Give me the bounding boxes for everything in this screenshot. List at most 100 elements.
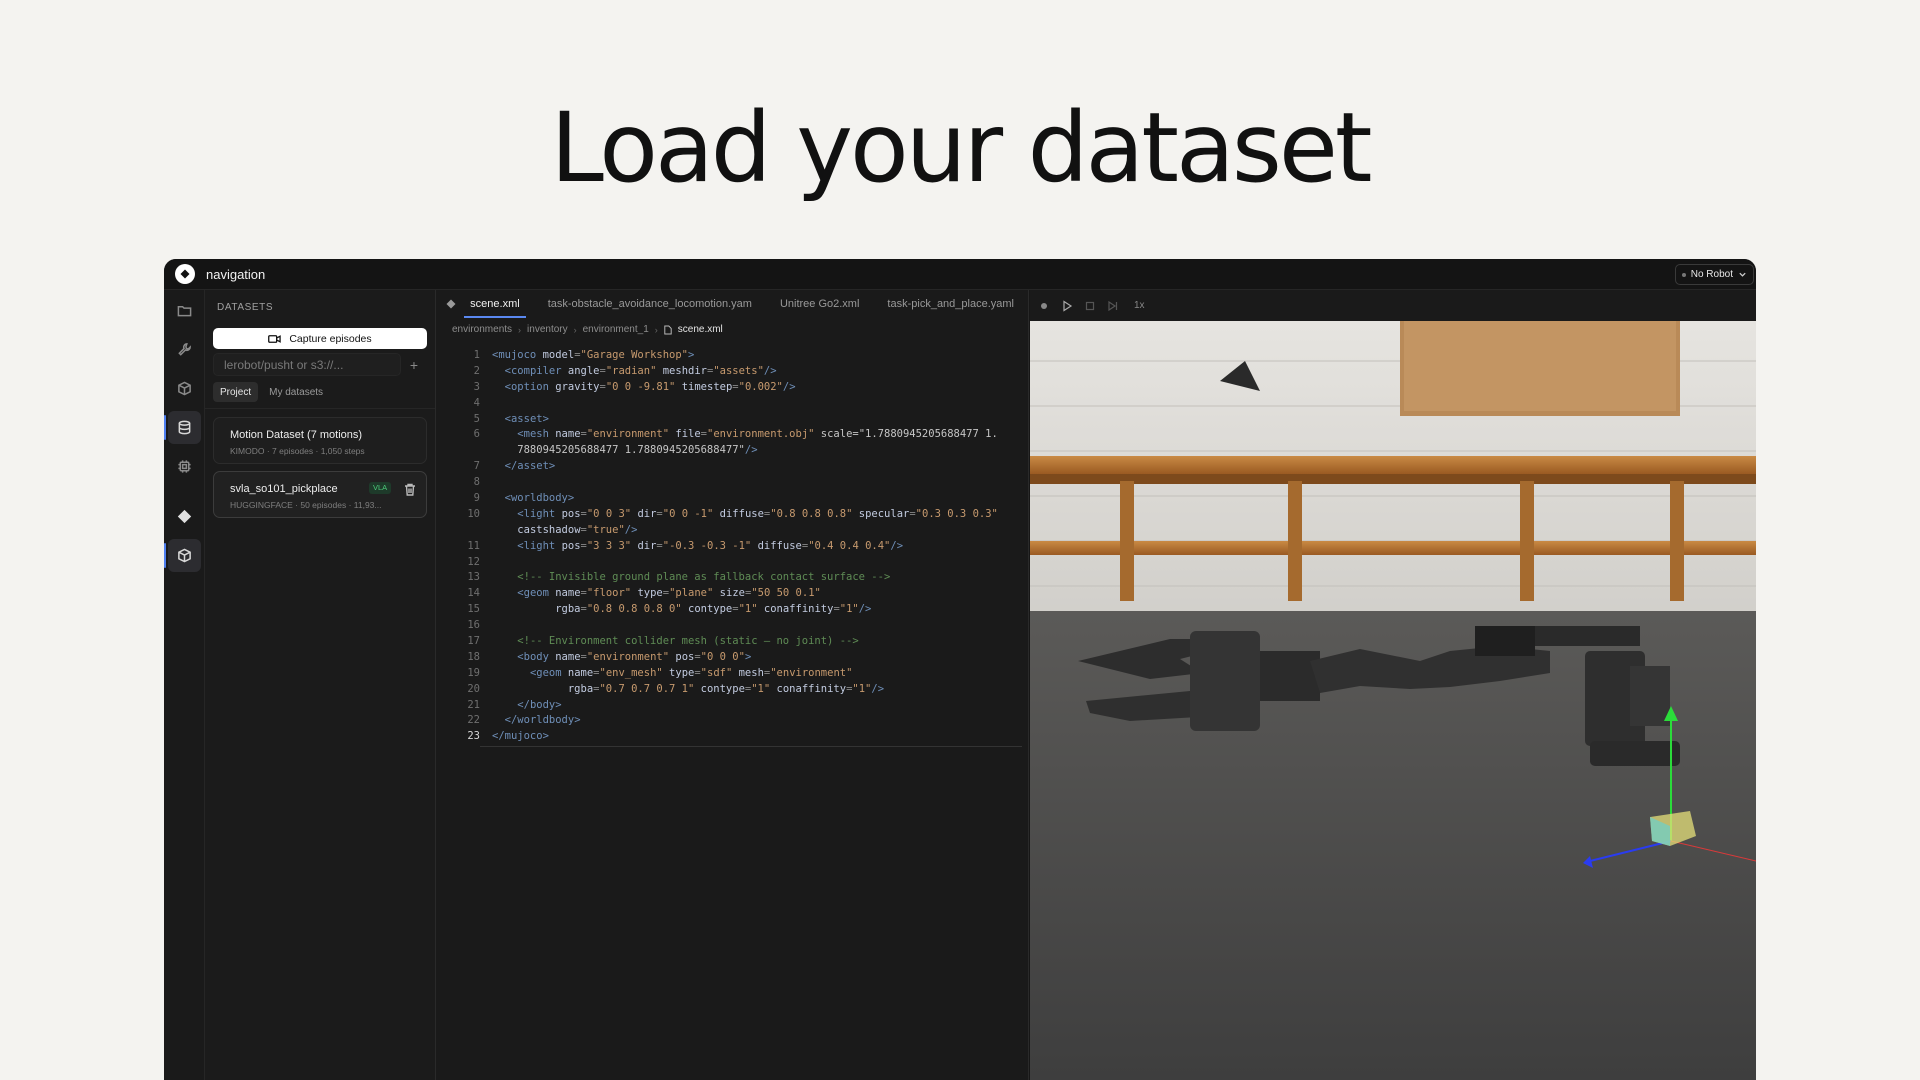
code-text: <geom name="env_mesh" type="sdf" mesh="e…: [529, 666, 853, 679]
dataset-card-selected[interactable]: svla_so101_pickplace VLA HUGGINGFACE · 5…: [213, 471, 427, 518]
code-text: <worldbody>: [504, 492, 575, 505]
line-number: 5: [473, 412, 480, 425]
video-camera-icon: [268, 334, 282, 343]
tab-my-datasets[interactable]: My datasets: [262, 382, 330, 402]
code-text: rgba="0.7 0.7 0.7 1" contype="1" conaffi…: [567, 682, 885, 695]
cube-icon: [178, 381, 191, 396]
divider: [205, 408, 435, 409]
line-number: 2: [473, 364, 480, 377]
editor-tab-unitree-go2[interactable]: Unitree Go2.xml: [766, 290, 873, 318]
chevron-right-icon: ›: [573, 324, 577, 335]
app-window: navigation No Robot DATASETS Capture epi…: [164, 259, 1756, 1080]
line-number: 22: [467, 714, 480, 727]
line-number: 11: [467, 539, 480, 552]
code-text: <compiler angle="radian" meshdir="assets…: [504, 364, 777, 377]
diamond-icon: [445, 290, 456, 318]
dataset-meta: KIMODO · 7 episodes · 1,050 steps: [230, 446, 365, 456]
app-logo-icon[interactable]: [175, 264, 195, 284]
code-line: 22 </worldbody>: [436, 713, 1028, 729]
line-number: 23: [467, 730, 480, 743]
capture-episodes-button[interactable]: Capture episodes: [213, 328, 427, 349]
rail-models-button[interactable]: [168, 372, 201, 405]
record-dot-icon[interactable]: [1038, 300, 1050, 312]
line-number: 18: [467, 650, 480, 663]
code-text: <option gravity="0 0 -9.81" timestep="0.…: [504, 380, 796, 393]
playback-speed[interactable]: 1x: [1134, 300, 1145, 311]
code-text: </worldbody>: [504, 714, 581, 727]
code-line: 7880945205688477 1.7880945205688477"/>: [436, 443, 1028, 459]
icon-rail: [164, 290, 205, 1080]
code-text: </body>: [517, 698, 562, 711]
rail-files-button[interactable]: [168, 294, 201, 327]
breadcrumb-item[interactable]: environment_1: [583, 324, 649, 335]
scene-render: [1030, 321, 1756, 1080]
panel-header: DATASETS: [217, 302, 274, 313]
line-number: 6: [473, 428, 480, 441]
rail-scene-button[interactable]: [164, 539, 201, 572]
code-line: 16: [436, 618, 1028, 634]
chevron-right-icon: ›: [654, 324, 658, 335]
dataset-search-input[interactable]: [213, 353, 401, 376]
line-number: 4: [473, 396, 480, 409]
code-line: 12: [436, 555, 1028, 571]
breadcrumb-current-file: scene.xml: [677, 324, 723, 335]
editor-tab-scene-xml[interactable]: scene.xml: [456, 290, 534, 318]
line-number: 20: [467, 682, 480, 695]
add-dataset-button[interactable]: +: [401, 353, 427, 376]
play-icon[interactable]: [1061, 299, 1073, 312]
breadcrumb-item[interactable]: environments: [452, 324, 512, 335]
stop-icon[interactable]: [1084, 300, 1096, 312]
step-forward-icon[interactable]: [1107, 300, 1119, 312]
code-text: <geom name="floor" type="plane" size="50…: [517, 587, 821, 600]
code-editor: scene.xml task-obstacle_avoidance_locomo…: [436, 290, 1029, 1080]
code-line: 5 <asset>: [436, 412, 1028, 428]
diamond-icon: [177, 509, 192, 524]
rail-tools-button[interactable]: [168, 333, 201, 366]
line-number: 13: [467, 571, 480, 584]
code-text: <body name="environment" pos="0 0 0">: [517, 650, 752, 663]
line-number: 8: [473, 476, 480, 489]
code-text: rgba="0.8 0.8 0.8 0" contype="1" conaffi…: [555, 603, 872, 616]
current-line-indicator: [480, 745, 1022, 747]
code-line: 18 <body name="environment" pos="0 0 0">: [436, 650, 1028, 666]
code-line: 13 <!-- Invisible ground plane as fallba…: [436, 570, 1028, 586]
code-text: <mesh name="environment" file="environme…: [517, 428, 998, 441]
breadcrumb-item[interactable]: inventory: [527, 324, 568, 335]
app-title: navigation: [206, 266, 266, 282]
code-line: 23 </mujoco>: [436, 729, 1028, 745]
breadcrumb: environments › inventory › environment_1…: [452, 324, 723, 335]
line-number: 3: [473, 380, 480, 393]
code-line: 14 <geom name="floor" type="plane" size=…: [436, 586, 1028, 602]
trash-icon: [405, 483, 415, 496]
editor-tab-pick-and-place[interactable]: task-pick_and_place.yaml: [873, 290, 1028, 318]
line-number: 17: [467, 635, 480, 648]
datasets-panel: DATASETS Capture episodes + Project My d…: [205, 290, 436, 1080]
code-text: <light pos="0 0 3" dir="0 0 -1" diffuse=…: [517, 507, 998, 520]
rail-hardware-button[interactable]: [168, 450, 201, 483]
editor-tab-task-obstacle[interactable]: task-obstacle_avoidance_locomotion.yam: [534, 290, 766, 318]
rail-datasets-button[interactable]: [164, 411, 201, 444]
scene-3d-view[interactable]: [1030, 321, 1756, 1080]
robot-select[interactable]: No Robot: [1674, 264, 1754, 285]
viewport-toolbar: 1x: [1030, 290, 1756, 321]
code-line: 9 <worldbody>: [436, 491, 1028, 507]
dataset-name: svla_so101_pickplace: [230, 483, 338, 495]
code-line: 3 <option gravity="0 0 -9.81" timestep="…: [436, 380, 1028, 396]
tab-project[interactable]: Project: [213, 382, 259, 402]
code-area[interactable]: 1 <mujoco model="Garage Workshop"> 2 <comp…: [436, 348, 1028, 747]
code-line: 1 <mujoco model="Garage Workshop">: [436, 348, 1028, 364]
code-text: 7880945205688477 1.7880945205688477"/>: [492, 444, 758, 457]
file-code-icon: [664, 325, 672, 334]
line-number: 14: [467, 587, 480, 600]
code-text: <!-- Environment collider mesh (static —…: [517, 635, 859, 648]
status-dot: [1681, 272, 1686, 277]
dataset-card[interactable]: Motion Dataset (7 motions) KIMODO · 7 ep…: [213, 417, 427, 464]
line-number: 15: [467, 603, 480, 616]
editor-tab-bar: scene.xml task-obstacle_avoidance_locomo…: [436, 290, 1028, 318]
rail-diamond-button[interactable]: [168, 500, 201, 533]
code-line: 4: [436, 396, 1028, 412]
delete-dataset-button[interactable]: [404, 483, 416, 496]
code-text: <asset>: [504, 412, 549, 425]
line-number: 9: [473, 492, 480, 505]
line-number: 7: [473, 460, 480, 473]
